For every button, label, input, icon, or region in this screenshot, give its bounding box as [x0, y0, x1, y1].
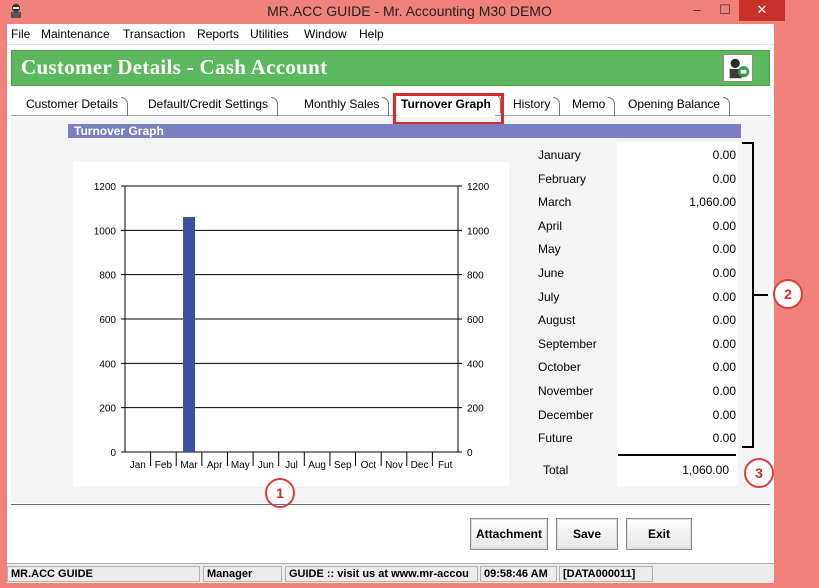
month-label: October [538, 360, 581, 375]
y-tick-label-left: 600 [99, 315, 116, 326]
x-tick-label: Fut [438, 460, 453, 471]
form-header: Customer Details - Cash Account [11, 50, 770, 86]
x-tick-label: Apr [207, 460, 223, 471]
total-label: Total [543, 463, 569, 477]
tab-bar: Customer Details Default/Credit Settings… [11, 92, 770, 116]
y-tick-label-left: 1000 [94, 226, 117, 237]
tab-opening-balance[interactable]: Opening Balance [624, 97, 731, 116]
x-tick-label: Nov [385, 460, 403, 471]
tab-customer-details[interactable]: Customer Details [22, 97, 129, 116]
menu-bar: File Maintenance Transaction Reports Uti… [7, 24, 774, 45]
y-tick-label-left: 800 [99, 271, 116, 282]
bar [183, 217, 196, 452]
status-message: GUIDE :: visit us at www.mr-accou [285, 566, 478, 582]
save-button[interactable]: Save [556, 518, 618, 550]
menu-reports[interactable]: Reports [197, 27, 239, 41]
menu-help[interactable]: Help [359, 27, 384, 41]
tab-default-credit-settings[interactable]: Default/Credit Settings [144, 97, 279, 116]
menu-file[interactable]: File [11, 27, 30, 41]
tab-monthly-sales[interactable]: Monthly Sales [300, 97, 390, 116]
total-separator [618, 454, 736, 456]
form-title: Customer Details - Cash Account [21, 55, 328, 79]
month-label: Future [538, 431, 573, 446]
active-tab-highlight [393, 93, 504, 125]
y-tick-label-right: 1000 [467, 226, 490, 237]
customer-icon [723, 54, 753, 82]
month-label: March [538, 195, 572, 210]
attachment-button[interactable]: Attachment [470, 518, 548, 550]
month-value: 0.00 [712, 289, 736, 304]
tab-memo[interactable]: Memo [568, 97, 616, 116]
status-database: [DATA000011] [559, 566, 653, 582]
status-bar: MR.ACC GUIDE Manager GUIDE :: visit us a… [7, 563, 774, 583]
month-value: 0.00 [712, 407, 736, 422]
exit-button[interactable]: Exit [626, 518, 692, 550]
section-header: Turnover Graph [68, 124, 741, 138]
title-bar: MR.ACC GUIDE - Mr. Accounting M30 DEMO –… [0, 0, 819, 24]
month-value: 0.00 [712, 313, 736, 328]
tab-history[interactable]: History [509, 97, 561, 116]
month-label: August [538, 313, 576, 328]
x-tick-label: Dec [411, 460, 429, 471]
maximize-button[interactable]: ☐ [711, 0, 739, 21]
status-company: MR.ACC GUIDE [7, 566, 200, 582]
y-tick-label-right: 400 [467, 359, 484, 370]
month-value: 0.00 [712, 384, 736, 398]
bracket-pointer [753, 294, 768, 296]
month-value: 0.00 [712, 266, 736, 280]
close-button[interactable]: ✕ [739, 0, 785, 21]
month-value: 0.00 [712, 171, 736, 186]
chart-panel: 0 0 200 200 400 400 600 600 800 800 1000 1000 1200 12… [73, 162, 509, 486]
x-tick-label: Mar [180, 460, 198, 471]
month-label: September [538, 336, 597, 351]
y-tick-label-right: 800 [467, 271, 484, 282]
month-label: December [538, 407, 594, 422]
y-tick-label-left: 1200 [94, 182, 117, 193]
month-label: July [538, 289, 560, 304]
y-tick-label-right: 0 [467, 448, 473, 459]
month-value: 0.00 [712, 336, 736, 351]
month-value: 0.00 [712, 148, 736, 162]
month-value: 0.00 [712, 242, 736, 257]
button-divider [11, 504, 770, 505]
status-time: 09:58:46 AM [480, 566, 557, 582]
client-area: File Maintenance Transaction Reports Uti… [7, 24, 803, 583]
y-tick-label-right: 600 [467, 315, 484, 326]
callout-2: 2 [773, 279, 803, 309]
app-window: MR.ACC GUIDE - Mr. Accounting M30 DEMO –… [0, 0, 819, 588]
month-label: November [538, 384, 594, 398]
status-user: Manager [203, 566, 282, 582]
menu-maintenance[interactable]: Maintenance [41, 27, 110, 41]
x-tick-label: Oct [361, 460, 377, 471]
month-value: 0.00 [712, 218, 736, 233]
month-label: April [538, 218, 563, 233]
month-label: June [538, 266, 565, 280]
x-tick-label: Jul [285, 460, 298, 471]
y-tick-label-right: 200 [467, 404, 484, 415]
y-tick-label-left: 400 [99, 359, 116, 370]
turnover-bar-chart: 0 0 200 200 400 400 600 600 800 800 1000 1000 1200 12… [94, 182, 490, 471]
x-tick-label: Jan [130, 460, 146, 471]
month-label: January [538, 148, 581, 162]
month-label: February [538, 171, 587, 186]
month-label: May [538, 242, 561, 257]
month-value: 0.00 [712, 360, 736, 375]
x-tick-label: May [231, 460, 250, 471]
menu-window[interactable]: Window [304, 27, 347, 41]
total-value: 1,060.00 [682, 463, 729, 477]
y-tick-label-right: 1200 [467, 182, 490, 193]
x-tick-label: Jun [258, 460, 274, 471]
minimize-button[interactable]: – [683, 0, 711, 21]
y-tick-label-left: 200 [99, 404, 116, 415]
month-value: 1,060.00 [689, 195, 736, 210]
y-tick-label-left: 0 [110, 448, 116, 459]
month-value: 0.00 [712, 431, 736, 446]
section-title: Turnover Graph [74, 124, 164, 138]
x-tick-label: Aug [308, 460, 326, 471]
menu-transaction[interactable]: Transaction [123, 27, 185, 41]
callout-3: 3 [744, 458, 774, 488]
x-tick-label: Sep [334, 460, 352, 471]
menu-utilities[interactable]: Utilities [250, 27, 289, 41]
x-tick-label: Feb [155, 460, 173, 471]
